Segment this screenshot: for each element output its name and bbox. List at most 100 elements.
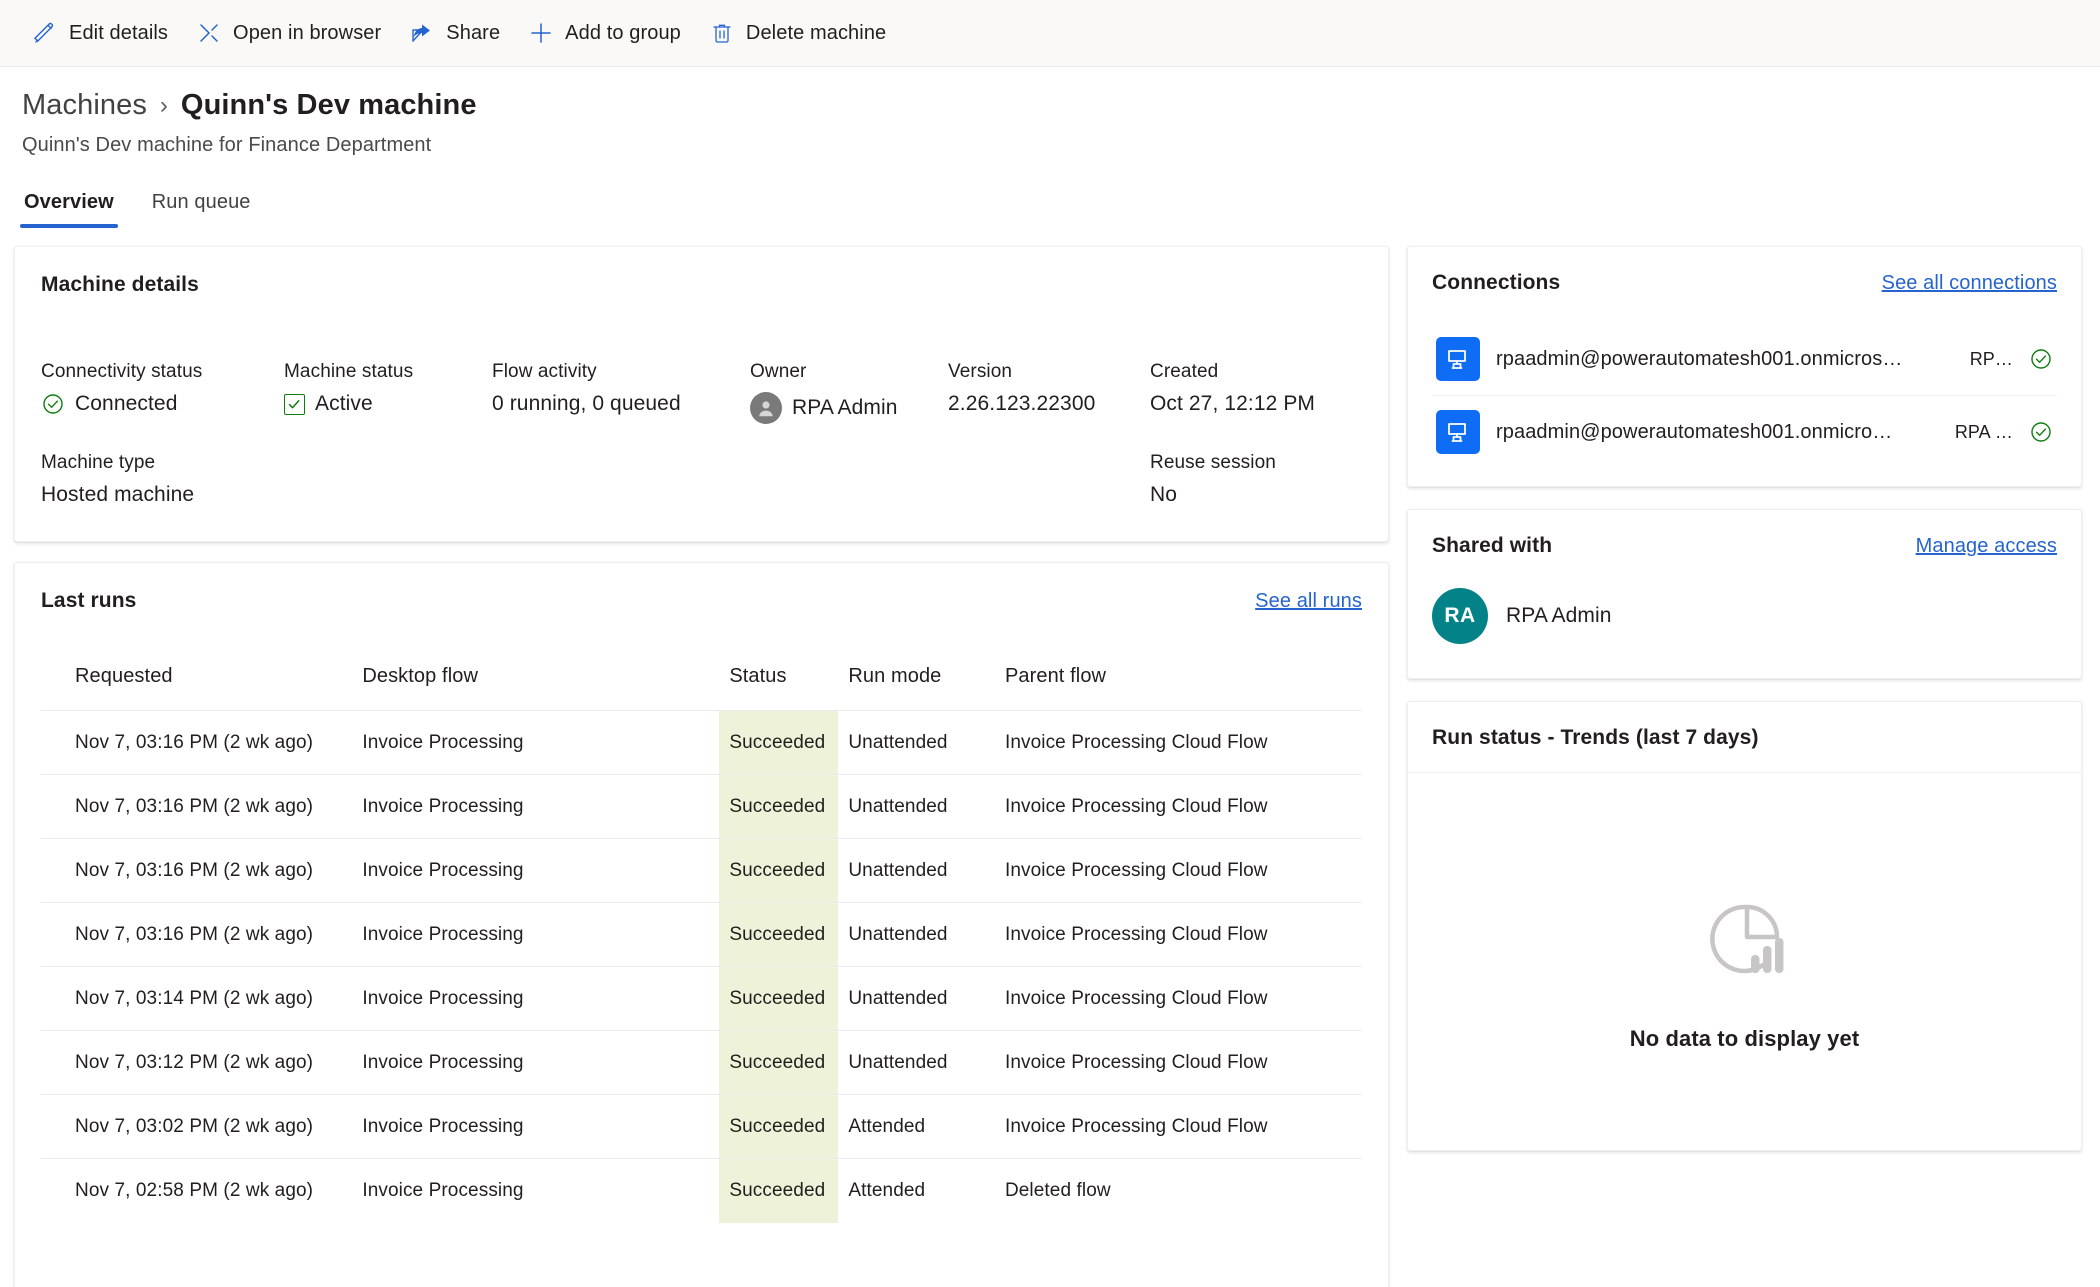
cell-run-mode: Unattended [838,902,1005,967]
col-header-status[interactable]: Status [719,665,838,711]
open-in-browser-icon [196,20,222,46]
field-version: Version 2.26.123.22300 [948,361,1150,424]
list-item[interactable]: rpaadmin@powerautomatesh001.onmicros… RP… [1432,323,2057,395]
version-value: 2.26.123.22300 [948,392,1096,415]
cell-desktop-flow[interactable]: Invoice Processing [362,966,720,1031]
machine-details-grid: Connectivity status Connected Machine st… [41,361,1362,507]
chart-empty-icon [1699,893,1791,990]
content-area: Machine details Connectivity status Conn… [0,228,2100,1287]
manage-access-link[interactable]: Manage access [1916,535,2057,558]
col-header-run-mode[interactable]: Run mode [838,665,1005,711]
cell-desktop-flow[interactable]: Invoice Processing [362,1030,720,1095]
last-runs-title: Last runs [41,589,137,612]
cell-parent-flow[interactable]: Invoice Processing Cloud Flow [1004,710,1362,775]
cell-desktop-flow[interactable]: Invoice Processing [362,774,720,839]
see-all-connections-link[interactable]: See all connections [1882,272,2057,295]
cell-parent-flow[interactable]: Invoice Processing Cloud Flow [1004,774,1362,839]
tab-overview[interactable]: Overview [20,187,118,228]
run-trends-header: Run status - Trends (last 7 days) [1408,702,2081,773]
status-badge: Succeeded [719,1030,839,1095]
connections-title: Connections [1432,271,1561,294]
add-to-group-button[interactable]: Add to group [518,11,699,55]
owner-value: RPA Admin [792,396,898,419]
cell-desktop-flow[interactable]: Invoice Processing [362,902,720,967]
connectivity-status-value-row: Connected [41,392,284,416]
cell-parent-flow[interactable]: Invoice Processing Cloud Flow [1004,838,1362,903]
shared-with-title: Shared with [1432,534,1553,557]
trash-icon [709,20,735,46]
machine-status-label: Machine status [284,361,414,382]
cell-parent-flow[interactable]: Invoice Processing Cloud Flow [1004,1030,1362,1095]
connections-header: Connections See all connections [1432,271,2057,295]
cell-run-mode: Unattended [838,838,1005,903]
version-label: Version [948,361,1013,382]
checkbox-checked-icon [284,393,305,415]
field-connectivity-status: Connectivity status Connected [41,361,284,424]
tab-run-queue[interactable]: Run queue [148,187,255,228]
share-icon [409,20,435,46]
status-badge: Succeeded [719,1158,839,1223]
delete-machine-button[interactable]: Delete machine [699,11,904,55]
pencil-icon [32,20,58,46]
command-bar: Edit details Open in browser Share Add t… [0,0,2100,67]
table-row[interactable]: Nov 7, 03:16 PM (2 wk ago) Invoice Proces… [41,710,1362,775]
field-owner: Owner RPA Admin [750,361,948,424]
cell-parent-flow[interactable]: Invoice Processing Cloud Flow [1004,902,1362,967]
reuse-session-value: No [1150,483,1178,506]
shared-person-row[interactable]: RA RPA Admin [1432,588,2057,644]
run-trends-empty-state: No data to display yet [1408,773,2081,1052]
cell-requested: Nov 7, 03:16 PM (2 wk ago) [41,710,363,775]
left-column: Machine details Connectivity status Conn… [14,246,1389,1287]
share-button[interactable]: Share [399,11,518,55]
check-circle-icon [2029,420,2053,444]
breadcrumb: Machines › Quinn's Dev machine [22,89,2100,122]
cell-desktop-flow[interactable]: Invoice Processing [362,838,720,903]
delete-machine-label: Delete machine [745,21,887,44]
cell-requested: Nov 7, 03:16 PM (2 wk ago) [41,902,363,967]
table-row[interactable]: Nov 7, 03:16 PM (2 wk ago) Invoice Proces… [41,902,1362,967]
machine-status-value: Active [315,392,373,415]
cell-desktop-flow[interactable]: Invoice Processing [362,710,720,775]
connection-name: rpaadmin@powerautomatesh001.onmicro… [1496,420,1893,443]
person-avatar-icon [750,392,782,424]
table-row[interactable]: Nov 7, 03:16 PM (2 wk ago) Invoice Proces… [41,774,1362,839]
reuse-session-label: Reuse session [1150,452,1276,473]
cell-requested: Nov 7, 03:12 PM (2 wk ago) [41,1030,363,1095]
field-spacer-1 [284,452,492,507]
tab-list: Overview Run queue [20,187,2100,228]
flow-activity-label: Flow activity [492,361,597,382]
owner-label: Owner [750,361,807,382]
status-badge: Succeeded [719,710,839,775]
open-in-browser-button[interactable]: Open in browser [186,11,399,55]
see-all-runs-link[interactable]: See all runs [1255,590,1362,613]
cell-parent-flow[interactable]: Invoice Processing Cloud Flow [1004,966,1362,1031]
connection-owner: RPA … [1954,421,2013,442]
table-row[interactable]: Nov 7, 02:58 PM (2 wk ago) Invoice Proces… [41,1158,1362,1223]
shared-with-card: Shared with Manage access RA RPA Admin [1407,509,2082,679]
breadcrumb-machines-link[interactable]: Machines [22,89,147,122]
field-reuse-session: Reuse session No [1150,452,1362,507]
cell-run-mode: Attended [838,1094,1005,1159]
cell-parent-flow[interactable]: Invoice Processing Cloud Flow [1004,1094,1362,1159]
cell-desktop-flow[interactable]: Invoice Processing [362,1158,720,1223]
connectivity-status-value: Connected [75,392,178,415]
table-row[interactable]: Nov 7, 03:12 PM (2 wk ago) Invoice Proces… [41,1030,1362,1095]
col-header-desktop-flow[interactable]: Desktop flow [362,665,719,711]
list-item[interactable]: rpaadmin@powerautomatesh001.onmicro… RPA … [1432,395,2057,468]
edit-details-button[interactable]: Edit details [22,11,186,55]
cell-requested: Nov 7, 03:16 PM (2 wk ago) [41,774,363,839]
field-spacer-2 [492,452,750,507]
table-row[interactable]: Nov 7, 03:14 PM (2 wk ago) Invoice Proces… [41,966,1362,1031]
connections-card: Connections See all connections rpaadmin… [1407,246,2082,487]
cell-desktop-flow[interactable]: Invoice Processing [362,1094,720,1159]
status-badge: Succeeded [719,774,839,839]
cell-run-mode: Unattended [838,774,1005,839]
page-header: Machines › Quinn's Dev machine Quinn's D… [0,67,2100,157]
run-trends-title: Run status - Trends (last 7 days) [1432,726,1759,749]
col-header-requested[interactable]: Requested [41,665,362,711]
table-row[interactable]: Nov 7, 03:02 PM (2 wk ago) Invoice Proces… [41,1094,1362,1159]
table-row[interactable]: Nov 7, 03:16 PM (2 wk ago) Invoice Proces… [41,838,1362,903]
created-label: Created [1150,361,1219,382]
last-runs-table: Requested Desktop flow Status Run mode P… [41,665,1362,1223]
col-header-parent-flow[interactable]: Parent flow [1005,665,1362,711]
